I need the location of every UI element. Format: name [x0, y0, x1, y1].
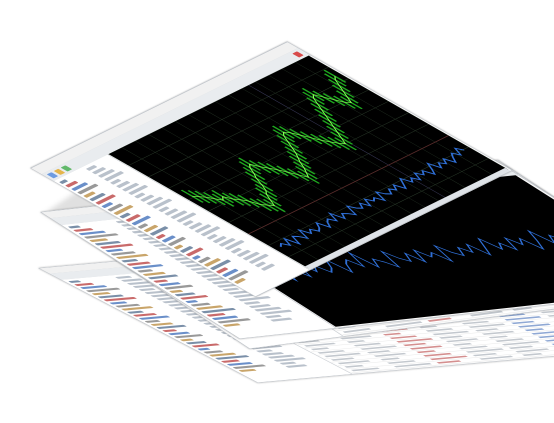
- table-cell: [449, 367, 471, 371]
- table-cell: [542, 363, 554, 367]
- table-cell: [456, 370, 487, 375]
- row-text: [185, 300, 199, 304]
- table-cell: [400, 367, 426, 371]
- table-cell: [535, 358, 554, 363]
- row-text: [169, 289, 184, 293]
- table-cell: [485, 360, 507, 364]
- table-cell: [413, 374, 435, 378]
- table-cell: [357, 370, 396, 375]
- table-cell: [364, 374, 390, 379]
- table-cell: [528, 355, 554, 360]
- grid-line: [108, 55, 309, 155]
- table-cell: [547, 313, 554, 317]
- window-close-icon[interactable]: [292, 51, 304, 58]
- row-text: [68, 280, 82, 283]
- table-cell: [443, 362, 478, 368]
- row-text: [238, 368, 257, 372]
- grid-line: [188, 101, 389, 200]
- table-cell: [499, 365, 539, 371]
- table-cell: [371, 377, 406, 382]
- grid-line: [208, 112, 409, 212]
- table-cell: [407, 370, 442, 375]
- row-text: [161, 329, 178, 333]
- row-text: [197, 347, 211, 351]
- row-text: [67, 225, 82, 229]
- grid-line: [148, 78, 349, 178]
- table-cell: [544, 338, 554, 342]
- row-text: [179, 338, 195, 342]
- row-text: [222, 323, 241, 327]
- software-stack-scene: [0, 0, 554, 423]
- table-cell: [492, 363, 523, 367]
- row-value: [285, 364, 308, 368]
